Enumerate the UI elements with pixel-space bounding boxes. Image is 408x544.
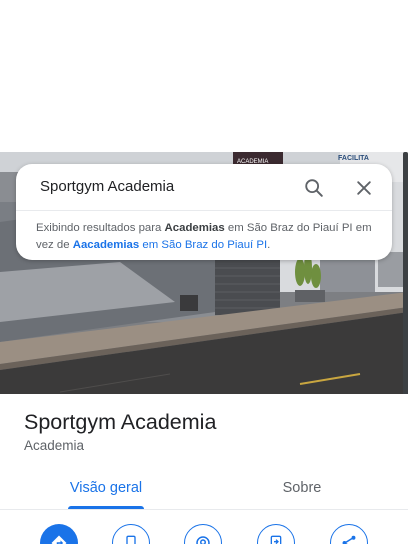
search-card: Sportgym Academia Exibindo resultados pa… [16,164,392,260]
place-category: Academia [24,438,85,453]
original-location: em São Braz do Piauí PI [139,239,268,251]
nearby-button[interactable] [184,524,222,544]
place-details-sheet: Sportgym Academia Academia Visão geral S… [0,394,408,544]
tab-overview[interactable]: Visão geral [54,466,158,510]
tab-about[interactable]: Sobre [250,466,354,510]
place-title: Sportgym Academia [24,410,217,434]
share-icon [342,535,356,544]
corrected-term: Academias [164,222,225,234]
call-button[interactable] [112,524,150,544]
original-term: Aacademias [72,239,140,251]
nearby-icon [196,536,210,544]
send-to-phone-button[interactable] [257,524,295,544]
directions-button[interactable] [40,524,78,544]
search-input[interactable]: Sportgym Academia [40,178,174,195]
directions-icon [51,535,67,544]
scrollbar[interactable] [403,152,408,424]
search-correction-notice: Exibindo resultados para Academias em Sã… [36,220,381,254]
close-icon[interactable] [350,174,378,202]
search-icon[interactable] [300,174,328,202]
search-instead-link[interactable]: Aacademias em São Braz do Piauí PI [73,239,267,251]
notice-suffix: . [267,239,271,251]
notice-prefix: Exibindo resultados para [36,222,165,234]
tabs-divider [0,509,408,510]
search-divider [16,210,392,211]
share-button[interactable] [330,524,368,544]
phone-icon [126,535,136,544]
blank-top-area [0,0,408,152]
sign-text: FACILITA [338,155,369,162]
save-to-phone-icon [270,535,282,544]
search-bar[interactable]: Sportgym Academia [16,164,392,210]
